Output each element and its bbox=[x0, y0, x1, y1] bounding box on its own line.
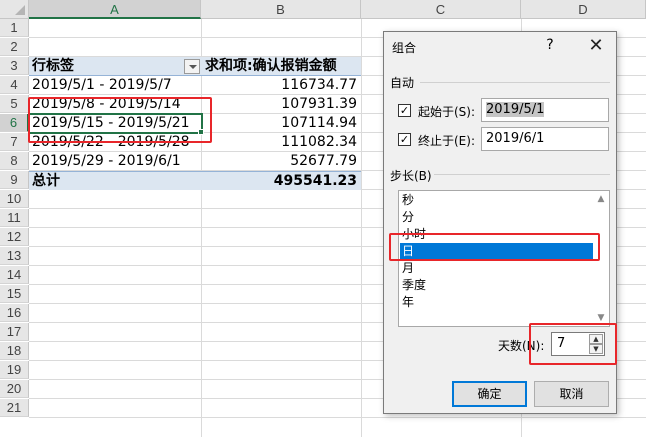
start-checkbox[interactable]: ✓ bbox=[398, 104, 411, 117]
list-item-quarters[interactable]: 季度 bbox=[400, 277, 593, 293]
column-header-b[interactable]: B bbox=[201, 0, 361, 19]
start-label: 起始于(S): bbox=[418, 105, 476, 119]
column-header-a[interactable]: A bbox=[29, 0, 201, 19]
gridline bbox=[361, 19, 362, 437]
row-header[interactable]: 10 bbox=[0, 190, 29, 208]
column-header-d[interactable]: D bbox=[521, 0, 646, 19]
close-button[interactable]: ✕ bbox=[582, 33, 610, 59]
row-header[interactable]: 4 bbox=[0, 76, 29, 94]
start-date-value: 2019/5/1 bbox=[486, 102, 545, 117]
annotation-highlight-box bbox=[28, 97, 212, 143]
pivot-total-value[interactable]: 495541.23 bbox=[202, 172, 357, 190]
row-header[interactable]: 7 bbox=[0, 133, 29, 151]
pivot-row-label[interactable]: 2019/5/1 - 2019/5/7 bbox=[32, 76, 200, 94]
row-header[interactable]: 9 bbox=[0, 171, 29, 189]
list-item-months[interactable]: 月 bbox=[400, 260, 593, 276]
row-header[interactable]: 12 bbox=[0, 228, 29, 246]
section-divider bbox=[434, 174, 610, 175]
row-header[interactable]: 13 bbox=[0, 247, 29, 265]
pivot-row-value[interactable]: 111082.34 bbox=[202, 133, 357, 151]
pivot-value-header[interactable]: 求和项:确认报销金额 bbox=[205, 57, 360, 75]
dialog-title: 组合 bbox=[392, 41, 417, 55]
row-header[interactable]: 5 bbox=[0, 95, 29, 113]
row-header[interactable]: 19 bbox=[0, 361, 29, 379]
row-header[interactable]: 11 bbox=[0, 209, 29, 227]
start-date-field[interactable]: 2019/5/1 bbox=[481, 98, 609, 122]
pivot-row-labels-header[interactable]: 行标签 bbox=[32, 57, 182, 75]
row-header[interactable]: 16 bbox=[0, 304, 29, 322]
list-item-years[interactable]: 年 bbox=[400, 294, 593, 310]
row-header[interactable]: 17 bbox=[0, 323, 29, 341]
row-header[interactable]: 1 bbox=[0, 19, 29, 37]
pivot-row-value[interactable]: 107931.39 bbox=[202, 95, 357, 113]
pivot-row-value[interactable]: 116734.77 bbox=[202, 76, 357, 94]
row-header[interactable]: 15 bbox=[0, 285, 29, 303]
list-item-seconds[interactable]: 秒 bbox=[400, 192, 593, 208]
filter-dropdown-button[interactable] bbox=[184, 59, 200, 74]
section-divider bbox=[420, 82, 610, 83]
select-all-corner[interactable] bbox=[0, 0, 29, 19]
cancel-button[interactable]: 取消 bbox=[534, 381, 609, 407]
row-header[interactable]: 2 bbox=[0, 38, 29, 56]
row-header[interactable]: 3 bbox=[0, 57, 29, 75]
list-item-minutes[interactable]: 分 bbox=[400, 209, 593, 225]
row-header[interactable]: 6 bbox=[0, 114, 29, 132]
auto-section-label: 自动 bbox=[390, 76, 415, 90]
row-header[interactable]: 18 bbox=[0, 342, 29, 360]
step-section-label: 步长(B) bbox=[390, 169, 432, 183]
row-header[interactable]: 8 bbox=[0, 152, 29, 170]
end-date-field[interactable]: 2019/6/1 bbox=[481, 127, 609, 151]
annotation-highlight-box bbox=[389, 233, 600, 261]
row-header[interactable]: 14 bbox=[0, 266, 29, 284]
pivot-row-value[interactable]: 107114.94 bbox=[202, 114, 357, 132]
help-button[interactable]: ? bbox=[541, 36, 559, 54]
column-header-c[interactable]: C bbox=[361, 0, 521, 19]
end-label: 终止于(E): bbox=[418, 134, 475, 148]
row-header[interactable]: 21 bbox=[0, 399, 29, 417]
scroll-up-arrow-icon[interactable]: ▲ bbox=[593, 193, 609, 205]
gridline bbox=[29, 417, 646, 418]
annotation-highlight-box bbox=[529, 323, 617, 365]
pivot-total-label[interactable]: 总计 bbox=[32, 172, 200, 190]
row-header[interactable]: 20 bbox=[0, 380, 29, 398]
ok-button[interactable]: 确定 bbox=[452, 381, 527, 407]
end-checkbox[interactable]: ✓ bbox=[398, 133, 411, 146]
pivot-row-label[interactable]: 2019/5/29 - 2019/6/1 bbox=[32, 152, 200, 170]
pivot-row-value[interactable]: 52677.79 bbox=[202, 152, 357, 170]
